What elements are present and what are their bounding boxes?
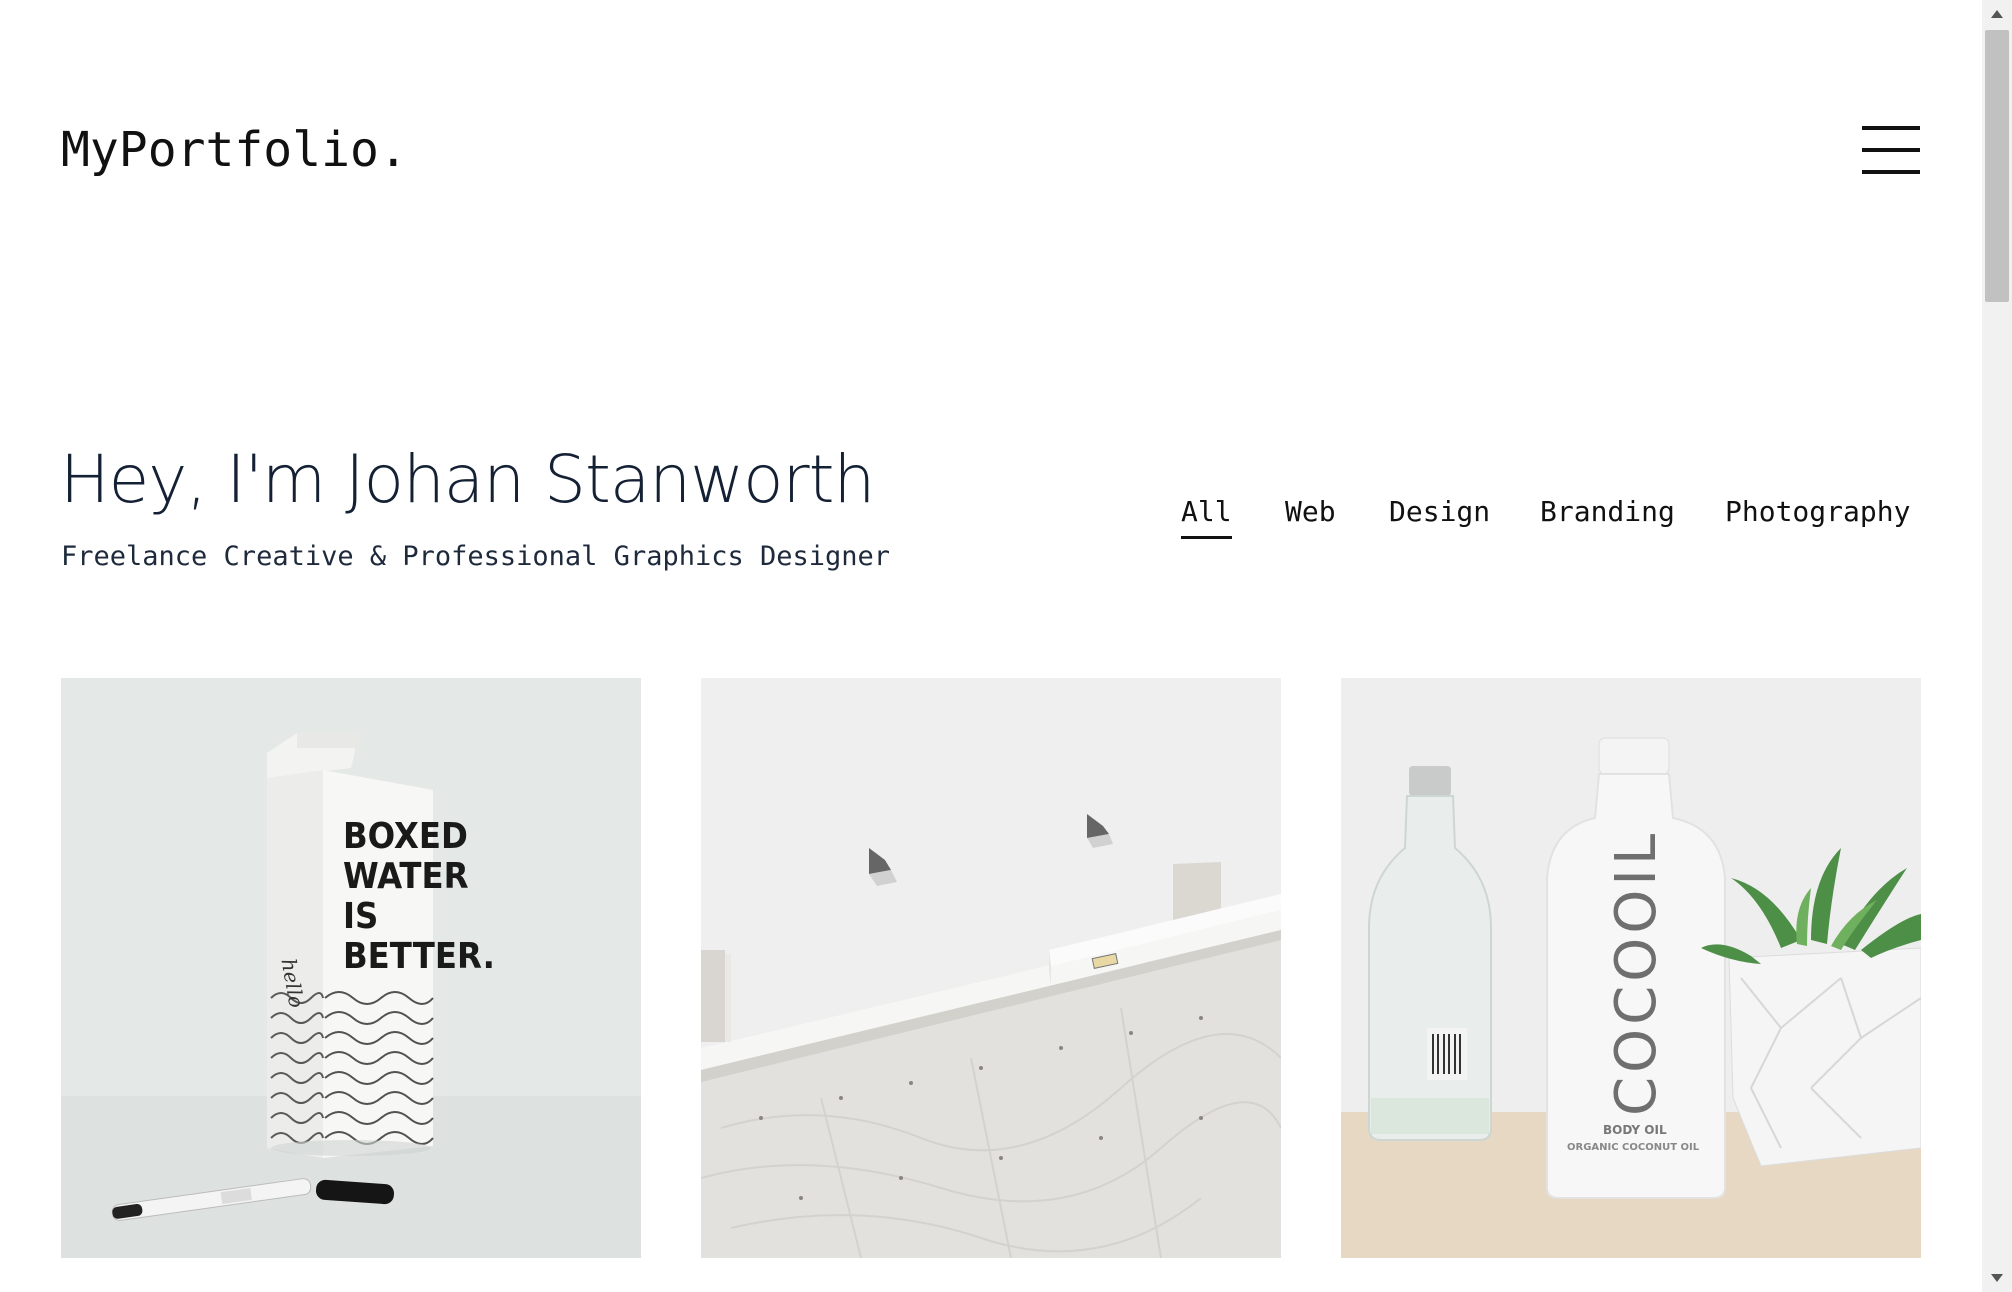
carton-text-line: BETTER. — [343, 936, 495, 977]
filter-branding[interactable]: Branding — [1540, 492, 1675, 532]
carton-text-line: IS — [343, 896, 378, 937]
scrollbar-thumb[interactable] — [1985, 30, 2009, 302]
portfolio-item-boxed-water[interactable]: BOXED WATER IS BETTER. hello — [61, 678, 641, 1258]
hero-title: Hey, I'm Johan Stanworth — [60, 441, 875, 518]
architecture-wall-photo — [701, 678, 1281, 1258]
bottle-sub-text: BODY OIL — [1603, 1123, 1667, 1137]
carton-text-line: BOXED — [343, 816, 468, 857]
menu-line — [1862, 148, 1920, 152]
filter-web[interactable]: Web — [1285, 492, 1336, 532]
menu-line — [1862, 126, 1920, 130]
filter-all[interactable]: All — [1181, 492, 1232, 539]
scroll-down-arrow-icon[interactable] — [1982, 1262, 2012, 1292]
bottle-brand-text: COCOOIL — [1604, 830, 1669, 1116]
filter-design[interactable]: Design — [1389, 492, 1490, 532]
portfolio-item-architecture[interactable] — [701, 678, 1281, 1258]
hamburger-menu-icon[interactable] — [1862, 124, 1920, 176]
page: MyPortfolio. Hey, I'm Johan Stanworth Fr… — [0, 0, 1982, 1292]
filter-photography[interactable]: Photography — [1725, 492, 1910, 532]
bottle-sub-text: ORGANIC COCONUT OIL — [1567, 1142, 1700, 1153]
hero-subtitle: Freelance Creative & Professional Graphi… — [61, 541, 891, 572]
carton-text-line: WATER — [343, 856, 469, 897]
menu-line — [1862, 170, 1920, 174]
site-logo[interactable]: MyPortfolio. — [61, 120, 408, 180]
cocooil-bottle-photo: COCOOIL BODY OIL ORGANIC COCONUT OIL — [1341, 678, 1921, 1258]
portfolio-item-cocooil[interactable]: COCOOIL BODY OIL ORGANIC COCONUT OIL — [1341, 678, 1921, 1258]
scroll-up-arrow-icon[interactable] — [1982, 0, 2012, 30]
boxed-water-carton-photo: BOXED WATER IS BETTER. hello — [61, 678, 641, 1258]
vertical-scrollbar[interactable] — [1982, 0, 2012, 1292]
